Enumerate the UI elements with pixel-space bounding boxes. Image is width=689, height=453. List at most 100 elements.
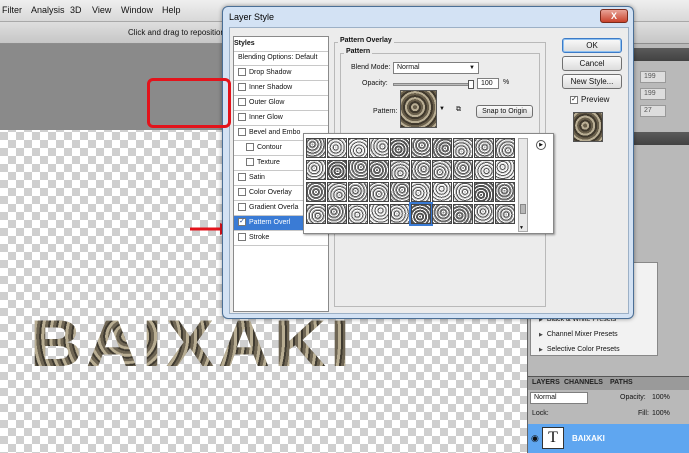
pattern-tile[interactable] [453,204,473,224]
snap-to-origin-button[interactable]: Snap to Origin [476,105,533,118]
styles-header[interactable]: Styles [234,37,328,52]
style-item[interactable]: Inner Glow [234,111,328,126]
pattern-tile[interactable] [348,138,368,158]
pattern-tile[interactable] [327,138,347,158]
opacity-slider-thumb[interactable] [468,80,474,89]
preview-checkbox[interactable]: ✓ Preview [570,95,630,107]
style-item-label: Gradient Overla [249,204,299,211]
pattern-tile[interactable] [411,182,431,202]
opacity-unit: % [503,79,510,86]
new-preset-icon[interactable]: ⧉ [456,106,461,114]
pattern-tile[interactable] [369,138,389,158]
pattern-tile[interactable] [474,138,494,158]
style-checkbox[interactable] [238,83,246,92]
pattern-tile[interactable] [306,204,326,224]
pattern-tile[interactable] [411,160,431,180]
pattern-tile[interactable] [474,160,494,180]
style-checkbox[interactable] [238,188,246,197]
picker-scrollbar[interactable]: ▼ [518,138,528,232]
style-item[interactable]: Inner Shadow [234,81,328,96]
pattern-tile[interactable] [348,160,368,180]
pattern-dropdown-arrow-icon[interactable]: ▼ [439,106,445,112]
style-item-label: Pattern Overl [249,219,291,226]
close-button[interactable]: X [600,9,628,23]
pattern-tile[interactable] [390,160,410,180]
style-item-label: Stroke [249,234,270,241]
style-checkbox[interactable] [238,233,246,242]
pattern-tile[interactable] [474,204,494,224]
pattern-tile[interactable] [327,160,347,180]
layer-opacity-value[interactable]: 100% [652,394,670,401]
style-checkbox[interactable] [238,68,246,77]
pattern-tile[interactable] [327,204,347,224]
pattern-tile[interactable] [453,138,473,158]
style-checkbox[interactable] [238,203,246,212]
pattern-tile[interactable] [369,182,389,202]
scrollbar-thumb[interactable] [520,204,526,214]
menu-analysis[interactable]: Analysis [31,5,65,15]
pattern-tile[interactable] [411,138,431,158]
style-checkbox[interactable] [246,158,254,167]
preset-item[interactable]: Selective Color Presets [539,346,620,353]
pattern-tile[interactable] [306,138,326,158]
pattern-tile[interactable] [306,160,326,180]
layer-blend-mode-select[interactable]: Normal [530,392,588,404]
pattern-tile[interactable] [474,182,494,202]
style-item-label: Color Overlay [249,189,292,196]
picker-menu-icon[interactable]: ▶ [536,140,546,150]
style-item[interactable]: Blending Options: Default [234,51,328,66]
style-checkbox[interactable]: ✓ [238,218,246,227]
tab-paths[interactable]: PATHS [610,379,633,386]
pattern-tile[interactable] [409,202,433,226]
pattern-tile[interactable] [390,138,410,158]
style-checkbox[interactable] [238,113,246,122]
pattern-tile[interactable] [369,204,389,224]
pattern-tile[interactable] [369,160,389,180]
ok-button[interactable]: OK [562,38,622,53]
tab-channels[interactable]: CHANNELS [564,379,603,386]
menu-view[interactable]: View [92,5,111,15]
opacity-input[interactable]: 100 [477,78,499,89]
menu-help[interactable]: Help [162,5,181,15]
opacity-slider[interactable] [393,80,474,89]
pattern-swatch[interactable] [400,90,437,128]
blend-mode-select[interactable]: Normal ▼ [393,62,479,74]
style-item[interactable]: Drop Shadow [234,66,328,81]
visibility-eye-icon[interactable]: ◉ [531,433,539,444]
pattern-tile[interactable] [495,204,515,224]
pattern-tile[interactable] [348,182,368,202]
scroll-down-icon[interactable]: ▼ [519,225,524,231]
pattern-tile[interactable] [495,160,515,180]
pattern-tile[interactable] [390,182,410,202]
pattern-tile[interactable] [348,204,368,224]
menu-filter[interactable]: Filter [2,5,22,15]
pattern-tile[interactable] [432,138,452,158]
layer-name[interactable]: BAIXAKI [572,434,605,443]
style-checkbox[interactable] [238,173,246,182]
pattern-tile[interactable] [432,204,452,224]
fill-value[interactable]: 100% [652,410,670,417]
new-style-button[interactable]: New Style... [562,74,622,89]
pattern-tile[interactable] [453,182,473,202]
style-checkbox[interactable] [246,143,254,152]
pattern-tile[interactable] [327,182,347,202]
style-checkbox[interactable] [238,98,246,107]
pattern-tile[interactable] [432,160,452,180]
pattern-tile[interactable] [495,138,515,158]
pattern-tile[interactable] [495,182,515,202]
tab-layers[interactable]: LAYERS [532,379,560,386]
style-item-label: Contour [257,144,282,151]
cancel-button[interactable]: Cancel [562,56,622,71]
pattern-tile[interactable] [306,182,326,202]
style-item[interactable]: Outer Glow [234,96,328,111]
layer-row-baixaki[interactable]: ◉ T BAIXAKI [528,424,689,453]
preset-item[interactable]: Channel Mixer Presets [539,331,618,338]
menu-window[interactable]: Window [121,5,153,15]
pattern-tile[interactable] [453,160,473,180]
pattern-picker-popup: ▼ ▶ [303,133,554,234]
style-checkbox[interactable] [238,128,246,137]
pattern-tile[interactable] [432,182,452,202]
menu-3d[interactable]: 3D [70,5,82,15]
pattern-tile[interactable] [390,204,410,224]
style-item-label: Outer Glow [249,99,285,106]
